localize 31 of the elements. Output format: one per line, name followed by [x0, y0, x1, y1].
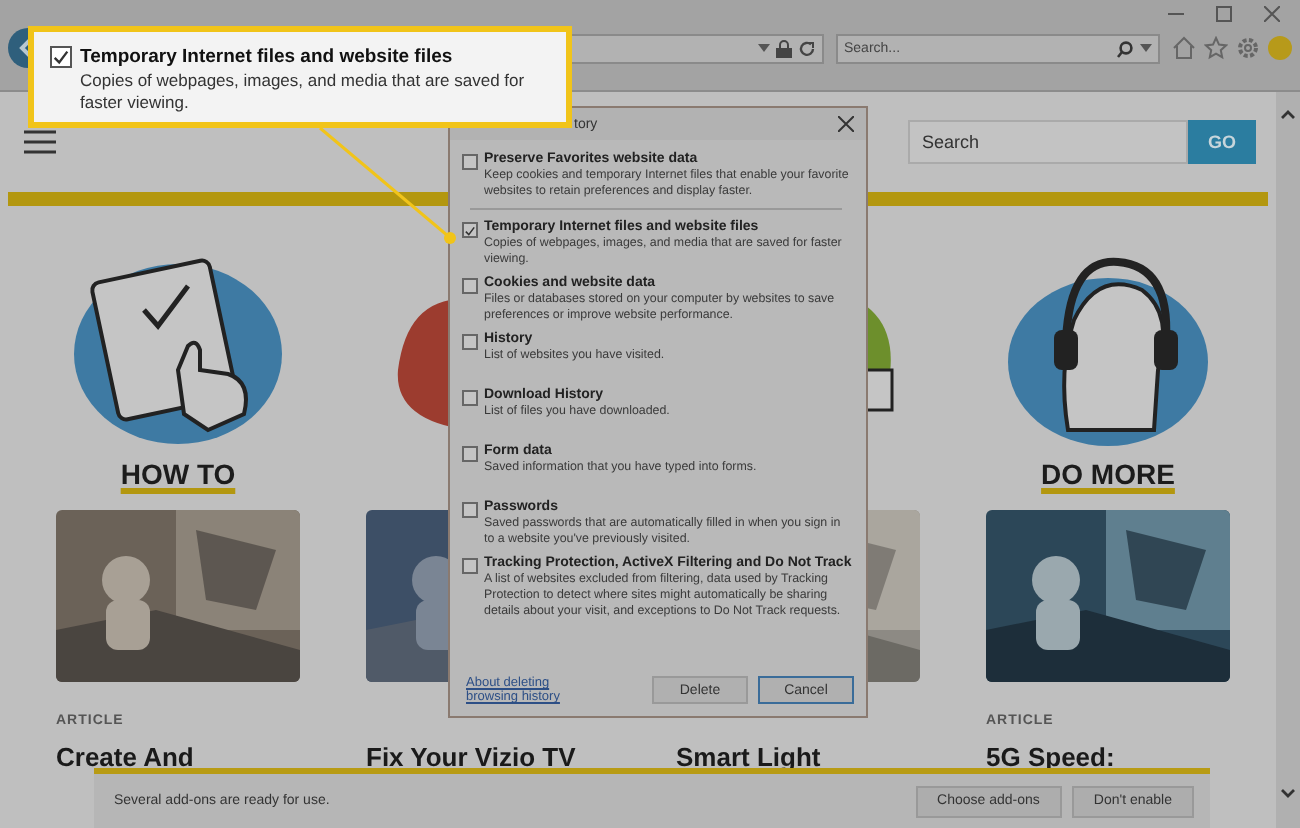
checkbox[interactable] [462, 558, 478, 574]
checkbox[interactable] [462, 502, 478, 518]
option-description: Copies of webpages, images, and media that are saved for faster viewing. [80, 70, 527, 114]
star-icon[interactable] [1204, 36, 1228, 60]
category-link[interactable]: HOW TO [120, 458, 236, 498]
caret-icon[interactable] [1140, 42, 1152, 54]
maximize-icon[interactable] [1216, 6, 1232, 22]
checkbox[interactable] [462, 222, 478, 238]
checkbox[interactable] [462, 154, 478, 170]
checkbox[interactable] [462, 446, 478, 462]
scroll-up-icon[interactable] [1280, 108, 1296, 120]
checkbox[interactable] [462, 334, 478, 350]
article-title[interactable]: Create And [56, 742, 300, 772]
option-label: Temporary Internet files and website files [80, 46, 455, 68]
checkbox[interactable] [462, 390, 478, 406]
article-title[interactable]: Fix Your Vizio TV [366, 742, 610, 772]
menu-icon[interactable] [24, 130, 56, 154]
caret-icon[interactable] [758, 42, 770, 54]
category-link[interactable]: DO MORE [1041, 458, 1175, 498]
home-icon[interactable] [1172, 36, 1196, 60]
scroll-down-icon[interactable] [1280, 788, 1296, 800]
refresh-icon[interactable] [798, 39, 816, 57]
checkbox[interactable] [462, 278, 478, 294]
close-icon[interactable] [1264, 6, 1280, 22]
lock-icon [776, 39, 792, 57]
close-button[interactable] [838, 116, 854, 132]
checkmark-icon [464, 223, 476, 237]
search-icon[interactable] [1116, 39, 1134, 57]
search-field[interactable]: Search [908, 120, 1188, 164]
article-title[interactable]: 5G Speed: [986, 742, 1230, 772]
settings-icon[interactable] [1236, 36, 1260, 60]
